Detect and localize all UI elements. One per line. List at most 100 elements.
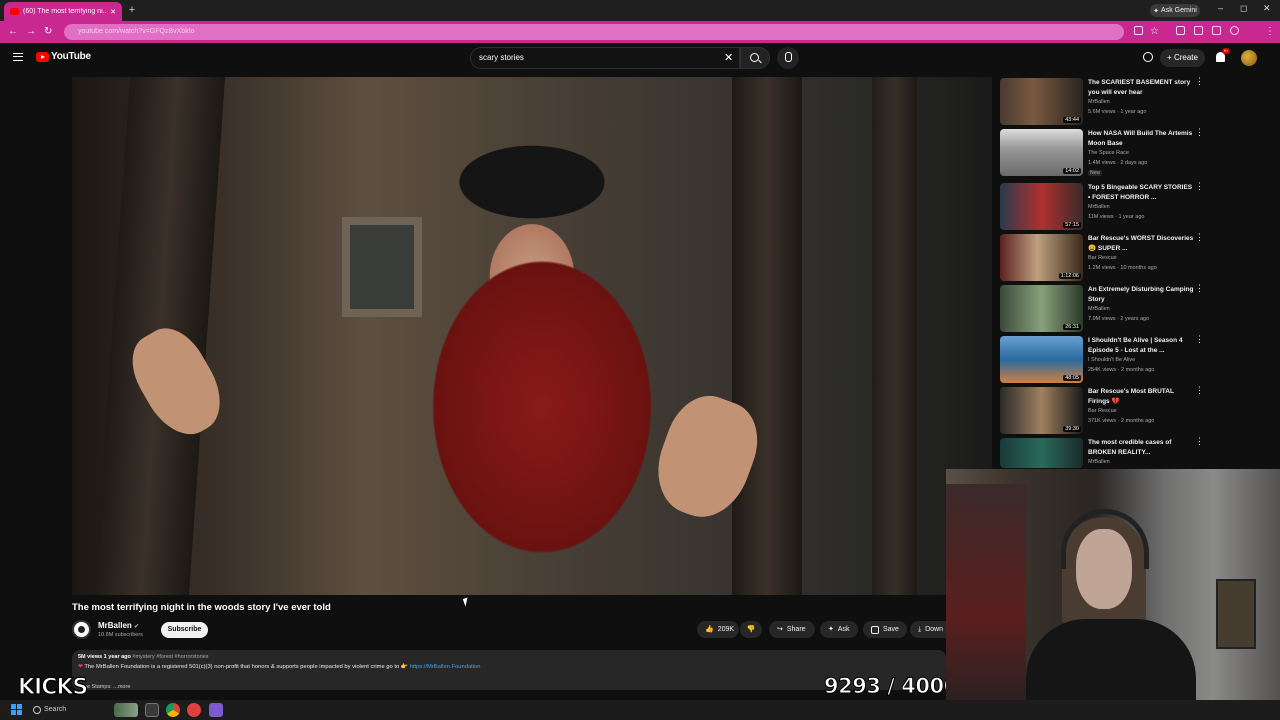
recommendation-title[interactable]: Top 5 Bingeable SCARY STORIES • FOREST H… — [1088, 183, 1196, 202]
video-player[interactable] — [72, 77, 992, 595]
widgets-icon[interactable] — [114, 703, 138, 717]
share-button[interactable]: ↪ Share — [769, 621, 815, 638]
description-box[interactable]: 5M views 1 year ago #mystery #forest #ho… — [72, 650, 946, 690]
video-thumbnail[interactable]: 57:15 — [1000, 183, 1083, 230]
more-options-icon[interactable]: ⋮ — [1195, 284, 1204, 297]
recommendation-item[interactable]: 39:30 Bar Rescue's Most BRUTAL Firings 💔… — [1000, 386, 1210, 435]
search-input[interactable]: scary stories — [470, 47, 740, 69]
recommendation-item[interactable]: 1:12:06 Bar Rescue's WORST Discoveries 😩… — [1000, 233, 1210, 282]
channel-avatar[interactable] — [72, 620, 91, 639]
tab-close-icon[interactable]: ✕ — [110, 8, 116, 16]
windows-taskbar: Search — [0, 700, 1280, 720]
url-input[interactable]: youtube.com/watch?v=GFQzBvXbkIo — [64, 24, 1124, 40]
recommendation-channel[interactable]: Bar Rescue — [1088, 255, 1117, 261]
hashtags[interactable]: #mystery #forest #horrorstories — [132, 654, 208, 660]
recommendation-channel[interactable]: The Space Race — [1088, 150, 1129, 156]
browser-menu-icon[interactable]: ⋮ — [1265, 26, 1275, 37]
video-thumbnail[interactable]: 48:05 — [1000, 336, 1083, 383]
file-explorer-icon[interactable] — [145, 703, 159, 717]
ask-gemini-button[interactable]: ✦ Ask Gemini — [1150, 4, 1200, 17]
webcam-overlay — [946, 469, 1280, 704]
recommendation-item[interactable]: 43:44 The SCARIEST BASEMENT story you wi… — [1000, 77, 1210, 126]
more-options-icon[interactable]: ⋮ — [1195, 437, 1204, 450]
more-options-icon[interactable]: ⋮ — [1195, 128, 1204, 141]
sparkle-icon: ✦ — [828, 626, 834, 633]
download-button[interactable]: ⤓ Down — [910, 621, 946, 638]
clear-search-icon[interactable]: ✕ — [724, 51, 733, 64]
recommendation-item[interactable]: The most credible cases of BROKEN REALIT… — [1000, 437, 1210, 468]
show-more-link[interactable]: ...more — [113, 684, 130, 690]
recommendation-channel[interactable]: MrBallen — [1088, 459, 1110, 465]
recommendation-title[interactable]: Bar Rescue's Most BRUTAL Firings 💔 — [1088, 387, 1196, 406]
app-icon[interactable] — [187, 703, 201, 717]
recommendation-item[interactable]: 57:15 Top 5 Bingeable SCARY STORIES • FO… — [1000, 182, 1210, 231]
recommendation-title[interactable]: An Extremely Disturbing Camping Story — [1088, 285, 1196, 304]
channel-name[interactable]: MrBallen ✔ — [98, 621, 139, 630]
create-button[interactable]: + Create — [1160, 49, 1205, 67]
recommendation-item[interactable]: 14:02 How NASA Will Build The Artemis Mo… — [1000, 128, 1210, 177]
recommendation-title[interactable]: The most credible cases of BROKEN REALIT… — [1088, 438, 1196, 457]
youtube-logo-text[interactable]: YouTube — [51, 51, 91, 62]
foundation-link[interactable]: https://MrBallen.Foundation — [410, 664, 481, 670]
close-window-button[interactable]: ✕ — [1263, 3, 1271, 14]
description-line: The MrBallen Foundation is a registered … — [84, 664, 410, 670]
ask-button[interactable]: ✦ Ask — [820, 621, 858, 638]
channel-name-label: MrBallen — [98, 621, 132, 630]
browser-tab[interactable]: (60) The most terrifying ni... ✕ — [4, 2, 122, 21]
new-tab-button[interactable]: + — [126, 4, 138, 16]
more-options-icon[interactable]: ⋮ — [1195, 233, 1204, 246]
recommendation-channel[interactable]: MrBallen — [1088, 99, 1110, 105]
download-icon: ⤓ — [918, 626, 922, 633]
install-app-icon[interactable] — [1134, 26, 1143, 35]
video-thumbnail[interactable]: 26:31 — [1000, 285, 1083, 332]
wall-flag — [946, 484, 1026, 704]
duration-badge: 14:02 — [1063, 168, 1081, 174]
search-button[interactable] — [740, 47, 770, 69]
streamer-body — [1026, 619, 1196, 704]
recommendation-channel[interactable]: MrBallen — [1088, 204, 1110, 210]
verified-check-icon: ✔ — [134, 624, 140, 630]
chrome-icon[interactable] — [166, 703, 180, 717]
more-options-icon[interactable]: ⋮ — [1195, 386, 1204, 399]
like-button[interactable]: 👍 209K — [697, 621, 739, 638]
more-options-icon[interactable]: ⋮ — [1195, 335, 1204, 348]
recommendation-title[interactable]: I Shouldn't Be Alive | Season 4 Episode … — [1088, 336, 1196, 355]
maximize-button[interactable]: ◻ — [1240, 3, 1247, 14]
video-thumbnail[interactable]: 43:44 — [1000, 78, 1083, 125]
more-options-icon[interactable]: ⋮ — [1195, 182, 1204, 195]
voice-search-mic-icon[interactable] — [777, 47, 799, 69]
recommendation-item[interactable]: 48:05 I Shouldn't Be Alive | Season 4 Ep… — [1000, 335, 1210, 384]
back-arrow-icon[interactable]: ← — [8, 26, 18, 37]
twitch-icon[interactable] — [209, 703, 223, 717]
menu-hamburger-icon[interactable] — [13, 53, 23, 61]
youtube-logo-icon[interactable] — [36, 52, 49, 62]
video-thumbnail[interactable]: 14:02 — [1000, 129, 1083, 176]
video-frame[interactable] — [72, 77, 992, 595]
video-thumbnail[interactable] — [1000, 438, 1083, 468]
save-button[interactable]: Save — [863, 621, 907, 638]
bookmark-star-icon[interactable]: ☆ — [1150, 26, 1159, 37]
windows-start-icon[interactable] — [11, 704, 22, 715]
recommendation-title[interactable]: The SCARIEST BASEMENT story you will eve… — [1088, 78, 1196, 97]
duration-badge: 48:05 — [1063, 375, 1081, 381]
minimize-button[interactable]: – — [1218, 3, 1223, 13]
profile-icon[interactable] — [1230, 26, 1239, 35]
reload-icon[interactable]: ↻ — [44, 26, 52, 37]
recommendation-channel[interactable]: I Shouldn't Be Alive — [1088, 357, 1135, 363]
account-avatar[interactable] — [1241, 50, 1257, 66]
recommendation-title[interactable]: Bar Rescue's WORST Discoveries 😩 SUPER .… — [1088, 234, 1196, 253]
more-options-icon[interactable]: ⋮ — [1195, 77, 1204, 90]
dislike-button[interactable]: 👎 — [740, 621, 762, 638]
cast-icon[interactable] — [1143, 52, 1153, 62]
recommendation-channel[interactable]: MrBallen — [1088, 306, 1110, 312]
recommendation-item[interactable]: 26:31 An Extremely Disturbing Camping St… — [1000, 284, 1210, 333]
extensions-icon[interactable] — [1176, 26, 1185, 35]
recommendation-title[interactable]: How NASA Will Build The Artemis Moon Bas… — [1088, 129, 1196, 148]
downloads-icon[interactable] — [1212, 26, 1221, 35]
video-thumbnail[interactable]: 1:12:06 — [1000, 234, 1083, 281]
video-thumbnail[interactable]: 39:30 — [1000, 387, 1083, 434]
recommendation-channel[interactable]: Bar Rescue — [1088, 408, 1117, 414]
sidebar-icon[interactable] — [1194, 26, 1203, 35]
subscribe-button[interactable]: Subscribe — [161, 622, 208, 638]
forward-arrow-icon[interactable]: → — [26, 26, 36, 37]
